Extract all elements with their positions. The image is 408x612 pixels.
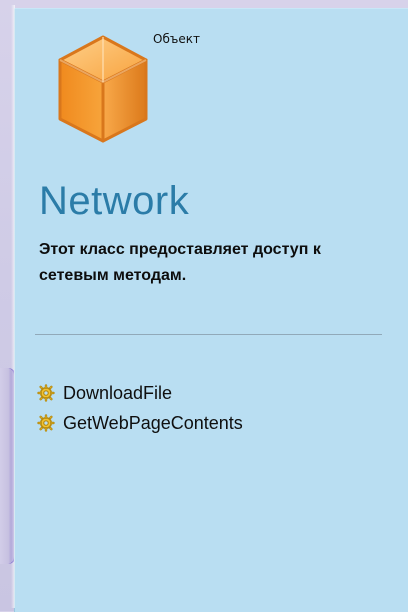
method-item-get-web-page-contents[interactable]: GetWebPageContents bbox=[37, 408, 397, 438]
cube-icon bbox=[58, 35, 148, 143]
object-title: Network bbox=[39, 179, 190, 223]
gear-icon bbox=[37, 414, 55, 432]
object-card: Объект Network Этот класс предоставляет … bbox=[11, 5, 408, 612]
card-highlight bbox=[11, 5, 15, 608]
object-description: Этот класс предоставляет доступ к сетевы… bbox=[39, 241, 321, 284]
gear-icon bbox=[37, 384, 55, 402]
method-label-get-web-page-contents: GetWebPageContents bbox=[63, 412, 243, 433]
methods-list: DownloadFile GetWebPageContents bbox=[37, 378, 397, 438]
section-divider bbox=[35, 334, 382, 335]
method-item-download-file[interactable]: DownloadFile bbox=[37, 378, 397, 408]
card-header: Объект bbox=[153, 32, 200, 46]
method-label-download-file: DownloadFile bbox=[63, 382, 173, 403]
